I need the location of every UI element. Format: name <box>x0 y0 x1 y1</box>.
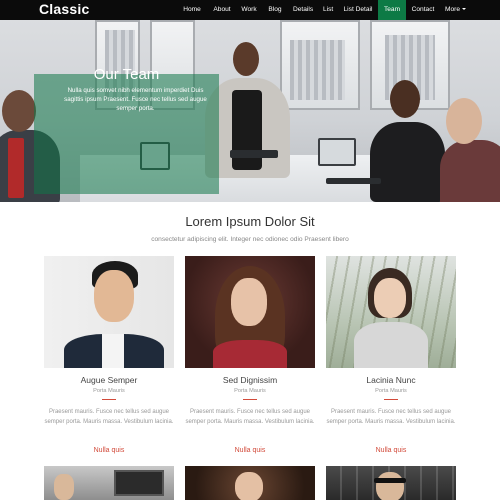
section-title: Lorem Ipsum Dolor Sit <box>185 214 315 229</box>
caret-down-icon <box>462 8 467 11</box>
team-link[interactable]: Nulla quis <box>326 447 456 454</box>
nav-about[interactable]: About <box>208 0 236 20</box>
team-name: Augue Semper <box>80 375 138 385</box>
team-role: Porta Mauris <box>234 388 266 394</box>
team-link[interactable]: Nulla quis <box>185 447 315 454</box>
accent-divider <box>243 399 257 400</box>
team-photo-row2-3 <box>326 466 456 500</box>
brand-logo[interactable]: Classic <box>39 1 89 17</box>
accent-divider <box>384 399 398 400</box>
team-photo-row2-2 <box>185 466 315 500</box>
hero-title: Our Team <box>93 66 160 83</box>
nav-list-detail[interactable]: List Detail <box>338 0 378 20</box>
team-photo-sed <box>185 256 315 368</box>
nav-team[interactable]: Team <box>378 0 406 20</box>
nav-menu: Home About Work Blog Details List List D… <box>176 0 467 20</box>
laptop-decor <box>318 138 356 166</box>
team-description: Praesent mauris. Fusce nec tellus sed au… <box>326 409 456 425</box>
laptop-decor <box>230 150 278 158</box>
building-decor <box>290 40 345 100</box>
nav-more-dropdown[interactable]: More <box>440 0 467 20</box>
nav-work[interactable]: Work <box>236 0 262 20</box>
team-role: Porta Mauris <box>375 388 407 394</box>
team-description: Praesent mauris. Fusce nec tellus sed au… <box>185 409 315 425</box>
accent-divider <box>102 399 116 400</box>
nav-list[interactable]: List <box>318 0 338 20</box>
laptop-decor <box>326 178 381 184</box>
section-subtitle: consectetur adipiscing elit. Integer nec… <box>151 236 349 243</box>
team-photo-lacinia <box>326 256 456 368</box>
team-photo-augue <box>44 256 174 368</box>
nav-home[interactable]: Home <box>176 0 208 20</box>
team-description: Praesent mauris. Fusce nec tellus sed au… <box>44 409 174 425</box>
team-link[interactable]: Nulla quis <box>44 447 174 454</box>
hero-text: Nulla quis somvet nibh elementum imperdi… <box>64 87 207 112</box>
team-photo-row2-1 <box>44 466 174 500</box>
nav-details[interactable]: Details <box>288 0 318 20</box>
team-role: Porta Mauris <box>93 388 125 394</box>
nav-contact[interactable]: Contact <box>406 0 440 20</box>
nav-blog[interactable]: Blog <box>262 0 288 20</box>
team-name: Lacinia Nunc <box>366 375 416 385</box>
navbar: Classic Home About Work Blog Details Lis… <box>0 0 500 20</box>
team-name: Sed Dignissim <box>222 375 278 385</box>
nav-more-label: More <box>445 6 461 13</box>
